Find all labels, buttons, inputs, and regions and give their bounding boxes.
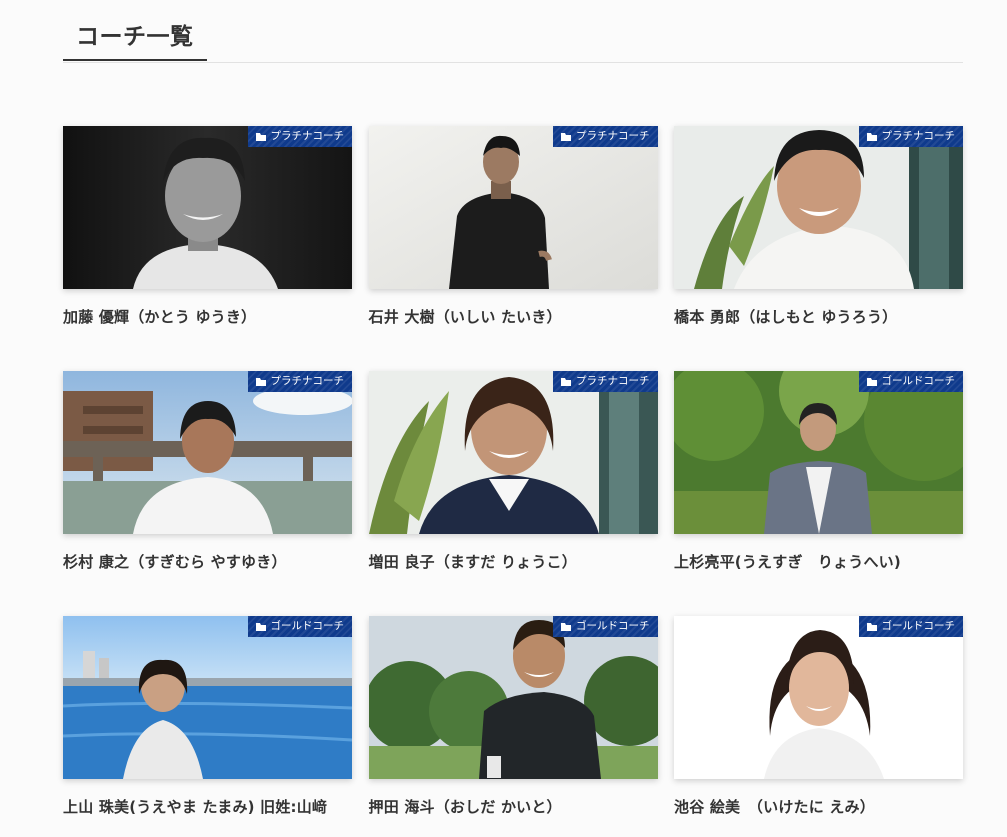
- coach-card[interactable]: ゴールドコーチ 押田 海斗（おしだ かいと）: [368, 616, 658, 837]
- coach-name[interactable]: 上杉亮平(うえすぎ りょうへい): [674, 551, 963, 572]
- section-header: コーチ一覧: [63, 14, 963, 63]
- folder-icon: [561, 622, 571, 631]
- coach-name[interactable]: 押田 海斗（おしだ かいと）: [369, 796, 658, 817]
- folder-icon: [255, 622, 266, 631]
- category-badge: プラチナコーチ: [247, 371, 352, 392]
- coach-photo[interactable]: ゴールドコーチ: [674, 616, 963, 779]
- coach-card[interactable]: プラチナコーチ 加藤 優輝（かとう ゆうき）: [63, 126, 352, 371]
- coach-photo[interactable]: プラチナコーチ: [674, 126, 963, 289]
- folder-icon: [866, 622, 877, 631]
- coach-card[interactable]: プラチナコーチ 増田 良子（ますだ りょうこ）: [368, 371, 658, 616]
- coach-grid: プラチナコーチ 加藤 優輝（かとう ゆうき） プラチナコーチ 石井 大樹（いしい…: [63, 126, 963, 837]
- coach-photo[interactable]: プラチナコーチ: [368, 126, 658, 289]
- category-badge: ゴールドコーチ: [553, 616, 658, 637]
- coach-name[interactable]: 橋本 勇郎（はしもと ゆうろう）: [674, 306, 963, 327]
- folder-icon: [561, 132, 571, 141]
- category-label: ゴールドコーチ: [576, 620, 650, 632]
- folder-icon: [255, 377, 266, 386]
- category-badge: プラチナコーチ: [553, 371, 658, 392]
- coach-name[interactable]: 増田 良子（ますだ りょうこ）: [369, 551, 658, 572]
- category-badge: プラチナコーチ: [247, 126, 352, 147]
- category-badge: プラチナコーチ: [858, 126, 963, 147]
- coach-photo[interactable]: ゴールドコーチ: [368, 616, 658, 779]
- coach-card[interactable]: ゴールドコーチ 上杉亮平(うえすぎ りょうへい): [674, 371, 963, 616]
- coach-photo[interactable]: ゴールドコーチ: [674, 371, 963, 534]
- category-label: プラチナコーチ: [881, 130, 956, 142]
- category-label: プラチナコーチ: [576, 130, 650, 142]
- coach-name[interactable]: 加藤 優輝（かとう ゆうき）: [63, 306, 352, 327]
- coach-card[interactable]: プラチナコーチ 杉村 康之（すぎむら やすゆき）: [63, 371, 352, 616]
- folder-icon: [255, 132, 266, 141]
- coach-card[interactable]: ゴールドコーチ 池谷 絵美 （いけたに えみ）: [674, 616, 963, 837]
- page-title: コーチ一覧: [63, 14, 207, 61]
- category-badge: ゴールドコーチ: [858, 616, 963, 637]
- category-badge: ゴールドコーチ: [247, 616, 352, 637]
- coach-name[interactable]: 上山 珠美(うえやま たまみ) 旧姓:山﨑: [63, 796, 352, 817]
- category-label: ゴールドコーチ: [881, 620, 956, 632]
- category-label: プラチナコーチ: [270, 130, 345, 142]
- coach-photo[interactable]: ゴールドコーチ: [63, 616, 352, 779]
- category-label: プラチナコーチ: [270, 375, 345, 387]
- coach-photo[interactable]: プラチナコーチ: [368, 371, 658, 534]
- category-badge: プラチナコーチ: [553, 126, 658, 147]
- folder-icon: [561, 377, 571, 386]
- coach-card[interactable]: プラチナコーチ 石井 大樹（いしい たいき）: [368, 126, 658, 371]
- coach-photo[interactable]: プラチナコーチ: [63, 126, 352, 289]
- folder-icon: [866, 377, 877, 386]
- folder-icon: [866, 132, 877, 141]
- category-label: ゴールドコーチ: [270, 620, 345, 632]
- coach-name[interactable]: 杉村 康之（すぎむら やすゆき）: [63, 551, 352, 572]
- coach-card[interactable]: プラチナコーチ 橋本 勇郎（はしもと ゆうろう）: [674, 126, 963, 371]
- category-badge: ゴールドコーチ: [858, 371, 963, 392]
- category-label: ゴールドコーチ: [881, 375, 956, 387]
- category-label: プラチナコーチ: [576, 375, 650, 387]
- coach-card[interactable]: ゴールドコーチ 上山 珠美(うえやま たまみ) 旧姓:山﨑: [63, 616, 352, 837]
- coach-name[interactable]: 池谷 絵美 （いけたに えみ）: [674, 796, 963, 817]
- coach-list-page: コーチ一覧 プラチナコーチ 加藤 優輝（かとう ゆうき） プラチナコーチ 石井 …: [0, 0, 1007, 837]
- coach-photo[interactable]: プラチナコーチ: [63, 371, 352, 534]
- coach-name[interactable]: 石井 大樹（いしい たいき）: [369, 306, 658, 327]
